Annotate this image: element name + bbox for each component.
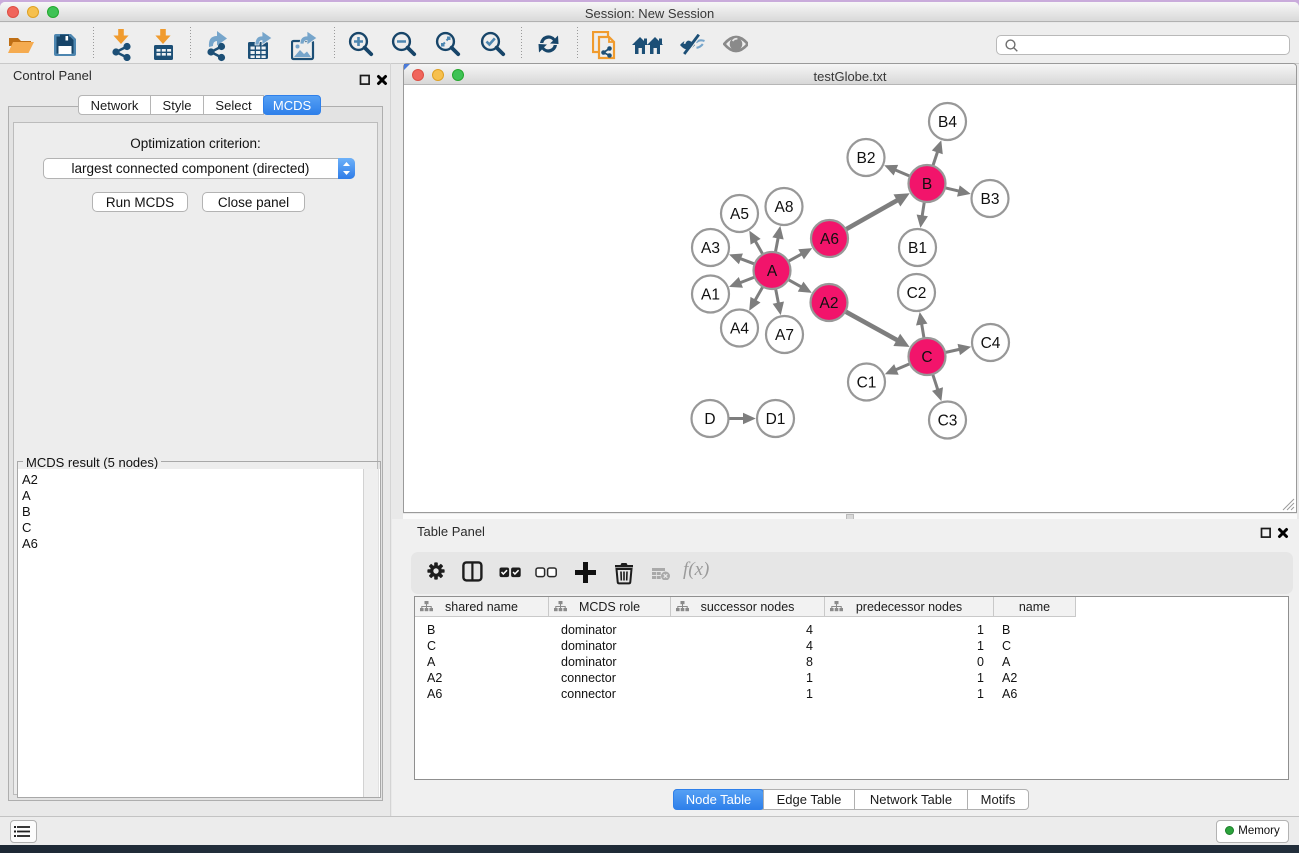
svg-text:B1: B1 (908, 240, 927, 257)
svg-text:A6: A6 (820, 231, 839, 248)
svg-text:A4: A4 (730, 321, 749, 338)
svg-text:B4: B4 (938, 114, 957, 131)
svg-text:A: A (767, 263, 778, 280)
svg-text:B2: B2 (857, 150, 876, 167)
svg-text:A8: A8 (775, 199, 794, 216)
svg-text:A7: A7 (775, 327, 794, 344)
svg-text:C2: C2 (907, 285, 927, 302)
svg-text:C3: C3 (938, 413, 958, 430)
svg-text:D1: D1 (766, 411, 786, 428)
svg-text:C4: C4 (981, 335, 1001, 352)
svg-text:A5: A5 (730, 206, 749, 223)
svg-text:D: D (704, 411, 715, 428)
svg-text:B: B (922, 176, 932, 193)
svg-text:C1: C1 (857, 375, 877, 392)
svg-text:C: C (921, 349, 932, 366)
svg-text:A3: A3 (701, 240, 720, 257)
svg-text:B3: B3 (981, 191, 1000, 208)
svg-text:A1: A1 (701, 287, 720, 304)
svg-text:A2: A2 (820, 295, 839, 312)
